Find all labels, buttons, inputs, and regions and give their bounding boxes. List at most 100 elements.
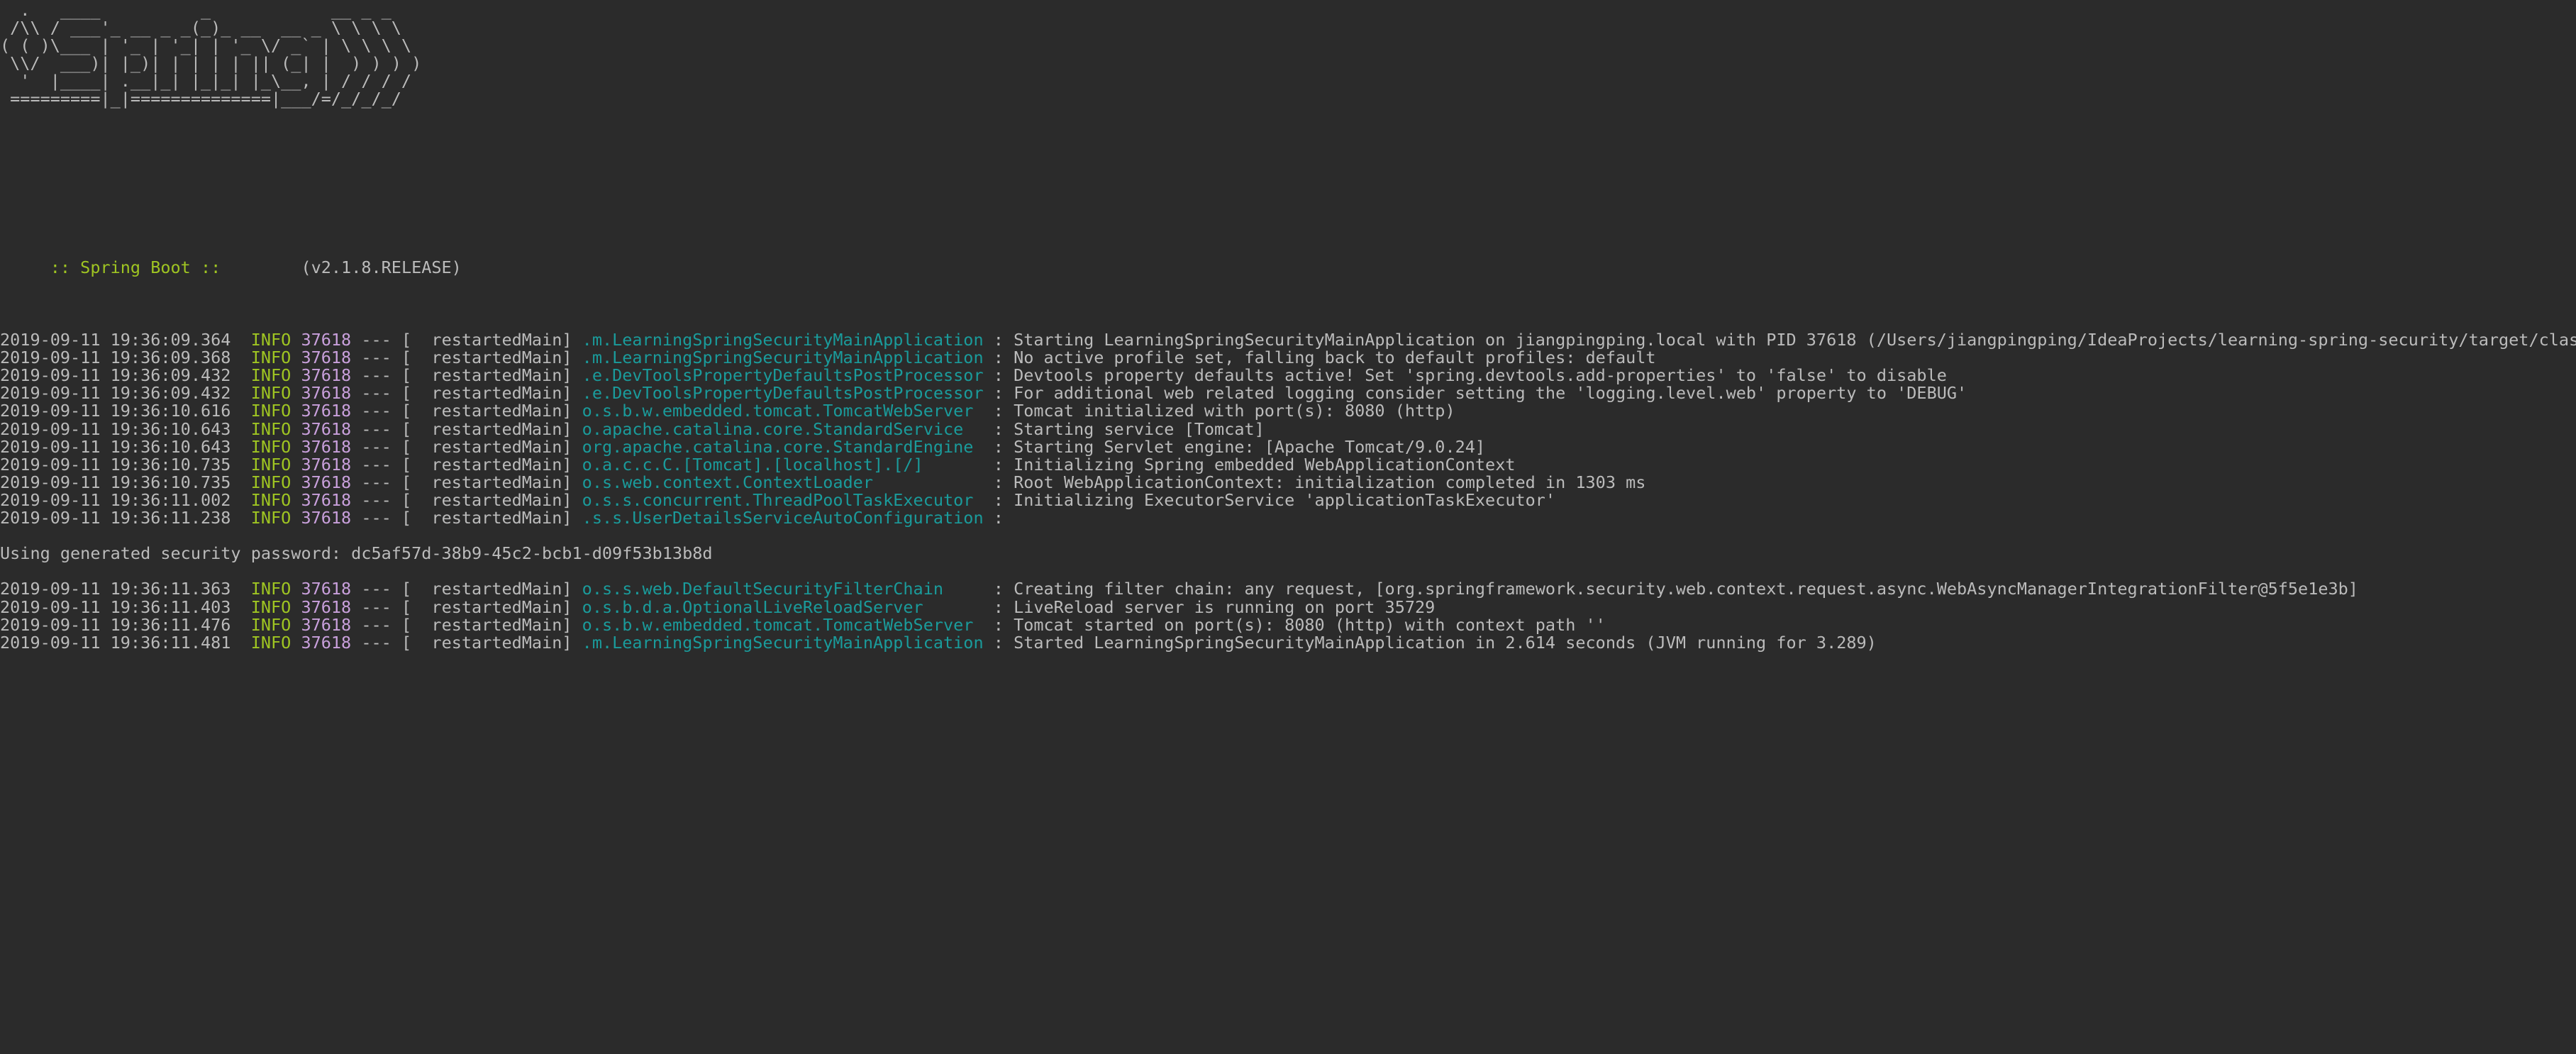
log-gap — [392, 616, 401, 634]
log-level: INFO — [250, 420, 292, 438]
log-dashes: --- — [361, 402, 392, 421]
log-dashes: --- — [361, 331, 392, 350]
log-gap — [291, 331, 301, 349]
banner-line: /\\ / ___'_ __ _ _(_)_ __ __ _ \ \ \ \ — [0, 18, 401, 38]
log-gap — [231, 474, 250, 492]
log-gap — [1004, 474, 1014, 492]
log-separator: : — [993, 473, 1004, 492]
log-logger: o.s.s.concurrent.ThreadPoolTaskExecutor — [582, 491, 984, 510]
log-gap — [291, 474, 301, 492]
log-gap — [392, 509, 401, 527]
log-dashes: --- — [361, 473, 392, 492]
log-timestamp: 2019-09-11 19:36:11.481 — [0, 633, 231, 652]
log-logger: o.s.b.d.a.OptionalLiveReloadServer — [582, 598, 984, 616]
banner-line: . ____ _ __ _ _ — [0, 0, 392, 20]
log-entry-row: 2019-09-11 19:36:10.643 INFO 37618 --- [… — [0, 438, 2576, 456]
log-gap — [351, 456, 361, 474]
log-gap — [291, 634, 301, 652]
log-dashes: --- — [361, 420, 392, 438]
log-logger: .m.LearningSpringSecurityMainApplication — [582, 349, 984, 367]
log-gap — [231, 599, 250, 616]
log-gap — [572, 402, 582, 420]
log-pid: 37618 — [301, 367, 352, 385]
log-gap — [392, 474, 401, 492]
log-logger: .m.LearningSpringSecurityMainApplication — [582, 633, 984, 652]
log-dashes: --- — [361, 438, 392, 456]
log-gap — [392, 402, 401, 420]
log-gap — [291, 599, 301, 616]
log-separator: : — [993, 598, 1004, 616]
log-message: No active profile set, falling back to d… — [1014, 349, 1656, 367]
log-logger: o.apache.catalina.core.StandardService — [582, 420, 984, 438]
log-thread: [ restartedMain] — [401, 438, 572, 456]
log-gap — [572, 367, 582, 384]
log-pid: 37618 — [301, 331, 352, 350]
log-gap — [572, 509, 582, 527]
log-gap — [984, 580, 994, 598]
log-gap — [1004, 492, 1014, 509]
log-thread: [ restartedMain] — [401, 473, 572, 492]
log-timestamp: 2019-09-11 19:36:09.432 — [0, 367, 231, 385]
log-level: INFO — [250, 349, 292, 367]
log-gap — [231, 402, 250, 420]
log-message: Starting Servlet engine: [Apache Tomcat/… — [1014, 438, 1486, 456]
log-message: Starting service [Tomcat] — [1014, 420, 1265, 438]
log-thread: [ restartedMain] — [401, 455, 572, 474]
log-gap — [291, 616, 301, 634]
log-separator: : — [993, 420, 1004, 438]
log-gap — [1004, 456, 1014, 474]
banner-line: =========|_|==============|___/=/_/_/_/ — [0, 89, 401, 109]
log-timestamp: 2019-09-11 19:36:10.735 — [0, 455, 231, 474]
log-gap — [231, 384, 250, 402]
log-logger: .s.s.UserDetailsServiceAutoConfiguration — [582, 509, 984, 528]
log-separator: : — [993, 384, 1004, 403]
console-output-panel[interactable]: . ____ _ __ _ _ /\\ / ___'_ __ _ _(_)_ _… — [0, 0, 2576, 1054]
log-pid: 37618 — [301, 384, 352, 403]
log-pid: 37618 — [301, 491, 352, 510]
log-dashes: --- — [361, 455, 392, 474]
log-thread: [ restartedMain] — [401, 402, 572, 421]
log-gap — [1004, 331, 1014, 349]
log-entry-row: 2019-09-11 19:36:11.363 INFO 37618 --- [… — [0, 580, 2576, 598]
log-gap — [984, 456, 994, 474]
log-level: INFO — [250, 580, 292, 599]
log-thread: [ restartedMain] — [401, 633, 572, 652]
log-timestamp: 2019-09-11 19:36:11.002 — [0, 491, 231, 510]
log-gap — [291, 349, 301, 367]
log-pid: 37618 — [301, 349, 352, 367]
log-entry-row: 2019-09-11 19:36:10.643 INFO 37618 --- [… — [0, 421, 2576, 438]
log-separator: : — [993, 349, 1004, 367]
log-pid: 37618 — [301, 438, 352, 456]
log-entry-row: 2019-09-11 19:36:11.403 INFO 37618 --- [… — [0, 599, 2576, 616]
log-pid: 37618 — [301, 402, 352, 421]
log-gap — [291, 492, 301, 509]
log-gap — [392, 367, 401, 384]
log-level: INFO — [250, 491, 292, 510]
log-gap — [1004, 367, 1014, 384]
log-timestamp: 2019-09-11 19:36:10.643 — [0, 420, 231, 438]
log-gap — [984, 402, 994, 420]
log-message: Started LearningSpringSecurityMainApplic… — [1014, 633, 1877, 652]
log-gap — [351, 599, 361, 616]
log-gap — [1004, 349, 1014, 367]
spring-boot-version-label: (v2.1.8.RELEASE) — [231, 257, 462, 278]
banner-line: \\/ ___)| |_)| | | | | || (_| | ) ) ) ) — [0, 53, 422, 74]
log-separator: : — [993, 367, 1004, 385]
log-level: INFO — [250, 616, 292, 634]
log-logger: .e.DevToolsPropertyDefaultsPostProcessor — [582, 384, 984, 403]
log-lines-container: 2019-09-11 19:36:09.364 INFO 37618 --- [… — [0, 314, 2576, 652]
log-separator: : — [993, 438, 1004, 456]
log-gap — [984, 492, 994, 509]
log-gap — [231, 616, 250, 634]
log-timestamp: 2019-09-11 19:36:11.363 — [0, 580, 231, 599]
log-gap — [572, 438, 582, 456]
spring-boot-ascii-banner: . ____ _ __ _ _ /\\ / ___'_ __ _ _(_)_ _… — [0, 0, 421, 108]
log-timestamp: 2019-09-11 19:36:11.238 — [0, 509, 231, 528]
log-pid: 37618 — [301, 580, 352, 599]
log-dashes: --- — [361, 580, 392, 599]
log-gap — [291, 421, 301, 438]
log-gap — [392, 349, 401, 367]
log-gap — [572, 384, 582, 402]
log-logger: .m.LearningSpringSecurityMainApplication — [582, 331, 984, 350]
log-gap — [1004, 402, 1014, 420]
